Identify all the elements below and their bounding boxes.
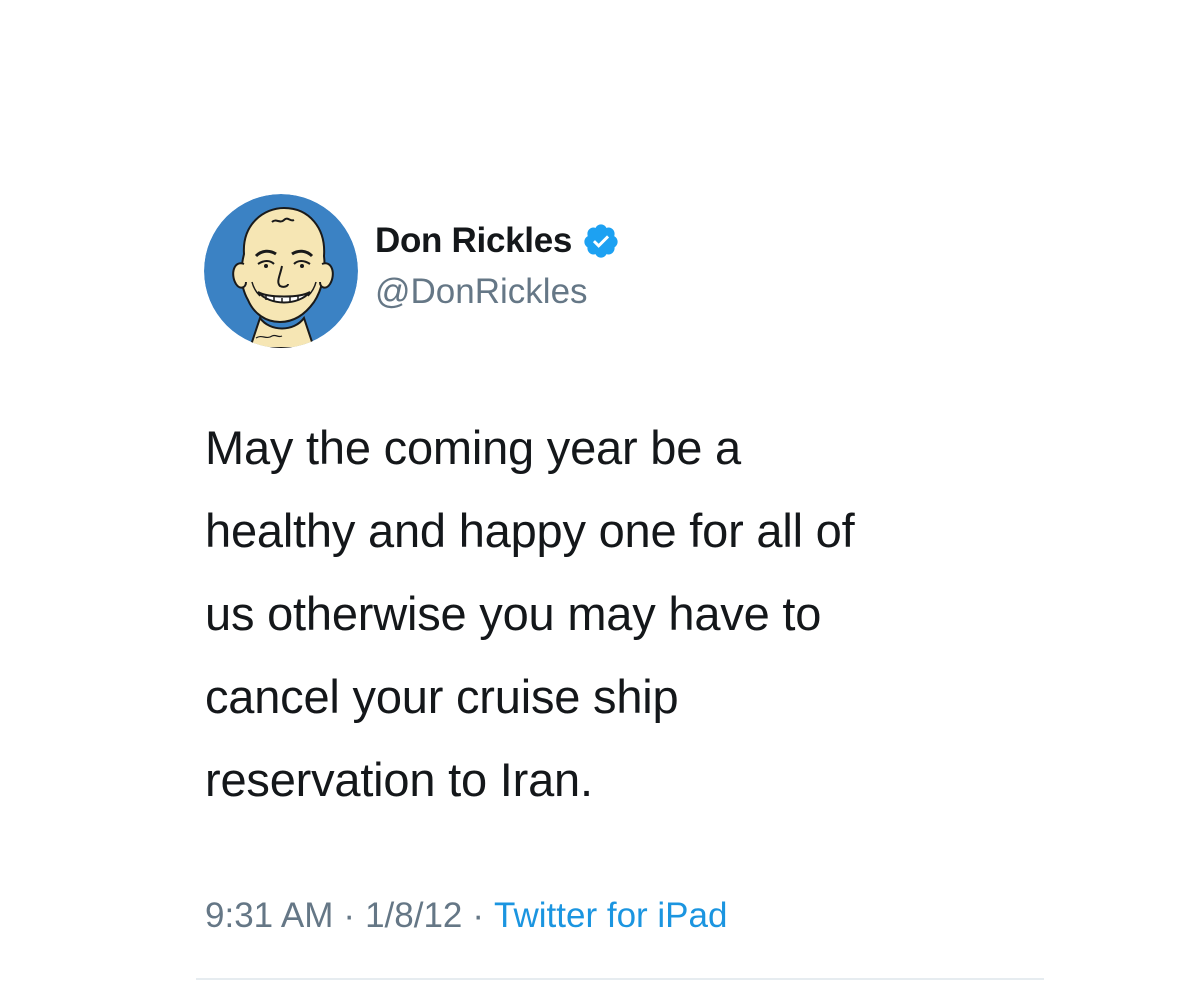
verified-badge-icon	[582, 222, 620, 260]
tweet-card: Don Rickles @DonRickles May the coming y…	[0, 0, 1200, 992]
avatar[interactable]	[204, 194, 358, 348]
tweet-time[interactable]: 9:31 AM	[205, 896, 333, 936]
author-name-row[interactable]: Don Rickles	[375, 218, 620, 264]
meta-separator: ·	[343, 896, 356, 935]
tweet-source-link[interactable]: Twitter for iPad	[494, 896, 727, 936]
author-handle[interactable]: @DonRickles	[375, 272, 588, 312]
tweet-date[interactable]: 1/8/12	[365, 896, 462, 936]
display-name[interactable]: Don Rickles	[375, 221, 572, 261]
divider	[196, 978, 1044, 980]
tweet-metadata: 9:31 AM · 1/8/12 · Twitter for iPad	[205, 896, 727, 936]
meta-separator: ·	[472, 896, 485, 935]
tweet-text: May the coming year be a healthy and hap…	[205, 421, 855, 806]
caricature-avatar-icon	[204, 194, 358, 348]
